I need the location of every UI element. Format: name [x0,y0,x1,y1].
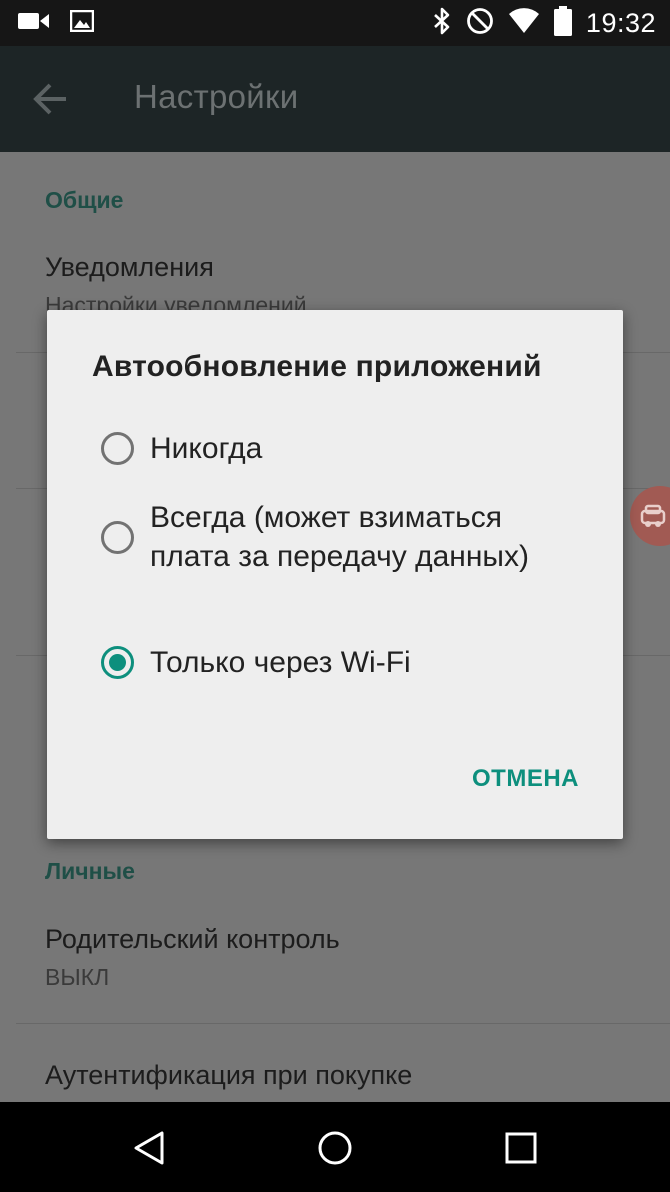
radio-wifi-only[interactable] [101,646,134,679]
divider [16,1023,670,1024]
notifications-title[interactable]: Уведомления [45,252,214,283]
app-toolbar: Настройки [0,46,670,152]
option-always[interactable]: Всегда (может взиматься плата за передач… [101,498,601,576]
radio-always[interactable] [101,520,134,554]
radio-never[interactable] [101,432,134,465]
section-header-personal: Личные [45,858,135,884]
cancel-button[interactable]: ОТМЕНА [472,765,579,793]
page-title: Настройки [134,78,299,115]
car-icon [640,504,666,527]
video-camera-icon [18,10,50,37]
navigation-bar [0,1102,670,1192]
option-wifi-only-label: Только через Wi-Fi [150,646,411,679]
option-never[interactable]: Никогда [101,429,601,468]
do-not-disturb-icon [466,7,494,40]
bluetooth-icon [432,7,452,40]
wifi-icon [508,7,540,39]
parental-control-title[interactable]: Родительский контроль [45,924,340,955]
status-bar: 19:32 [0,0,670,46]
section-header-general: Общие [45,187,124,213]
parental-control-status: ВЫКЛ [45,964,110,990]
status-right-icons: 19:32 [432,5,656,41]
option-never-label: Никогда [150,432,263,465]
back-triangle-icon[interactable] [132,1130,168,1166]
dialog-title: Автообновление приложений [92,350,542,383]
home-circle-icon[interactable] [317,1130,353,1166]
status-time: 19:32 [585,7,656,38]
auto-update-dialog: Автообновление приложений Никогда Всегда… [47,310,623,839]
status-left-icons [18,9,95,37]
purchase-auth-title[interactable]: Аутентификация при покупке [45,1060,412,1091]
battery-icon [553,5,572,41]
arrow-left-icon[interactable] [32,82,72,116]
recents-square-icon[interactable] [503,1130,539,1166]
option-always-label: Всегда (может взиматься плата за передач… [150,501,529,573]
image-icon [69,9,95,37]
option-wifi-only[interactable]: Только через Wi-Fi [101,643,601,682]
